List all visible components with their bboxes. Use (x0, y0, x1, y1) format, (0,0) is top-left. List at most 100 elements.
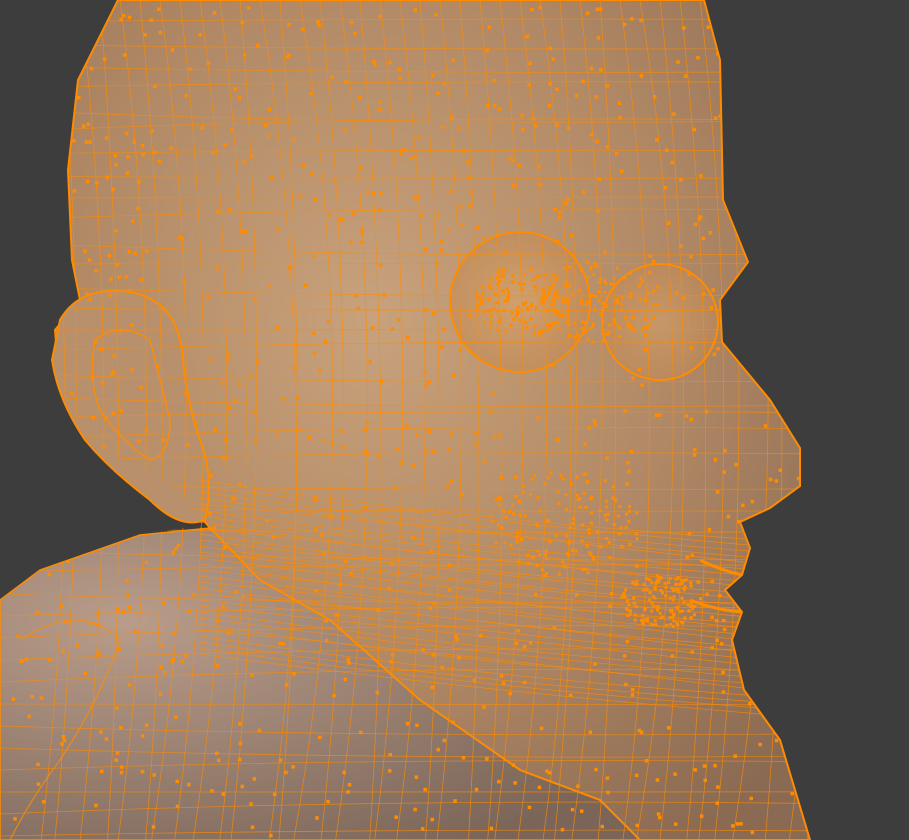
vertex-point[interactable] (595, 7, 599, 12)
vertex-point[interactable] (447, 563, 452, 567)
vertex-point[interactable] (121, 14, 126, 18)
vertex-point[interactable] (187, 782, 191, 787)
vertex-point[interactable] (618, 532, 622, 536)
vertex-point[interactable] (540, 298, 544, 301)
vertex-point[interactable] (585, 480, 590, 484)
vertex-point[interactable] (612, 320, 616, 324)
vertex-point[interactable] (100, 381, 105, 385)
vertex-point[interactable] (214, 619, 219, 623)
vertex-point[interactable] (240, 20, 245, 25)
vertex-point[interactable] (525, 325, 529, 329)
vertex-point[interactable] (756, 628, 761, 632)
vertex-point[interactable] (650, 609, 654, 613)
vertex-point[interactable] (497, 432, 502, 437)
vertex-point[interactable] (268, 284, 273, 289)
vertex-point[interactable] (447, 447, 451, 451)
vertex-point[interactable] (529, 493, 533, 497)
vertex-point[interactable] (440, 248, 444, 253)
vertex-point[interactable] (698, 215, 703, 219)
vertex-point[interactable] (857, 92, 861, 96)
vertex-point[interactable] (368, 360, 373, 364)
vertex-point[interactable] (545, 518, 550, 523)
vertex-point[interactable] (689, 616, 693, 620)
vertex-point[interactable] (599, 68, 603, 72)
vertex-point[interactable] (580, 523, 585, 527)
vertex-point[interactable] (570, 482, 574, 486)
vertex-point[interactable] (560, 827, 565, 832)
vertex-point[interactable] (785, 112, 789, 116)
vertex-point[interactable] (607, 540, 611, 544)
vertex-point[interactable] (883, 782, 887, 786)
vertex-point[interactable] (221, 792, 226, 796)
vertex-point[interactable] (564, 201, 568, 206)
vertex-point[interactable] (632, 601, 636, 605)
vertex-point[interactable] (854, 586, 858, 590)
vertex-point[interactable] (739, 822, 743, 826)
vertex-point[interactable] (396, 318, 401, 322)
vertex-point[interactable] (733, 754, 738, 758)
vertex-point[interactable] (511, 274, 515, 278)
vertex-point[interactable] (808, 587, 812, 591)
vertex-point[interactable] (492, 103, 497, 108)
vertex-point[interactable] (866, 74, 870, 78)
vertex-point[interactable] (648, 598, 651, 602)
vertex-point[interactable] (518, 318, 522, 322)
vertex-point[interactable] (62, 184, 66, 188)
vertex-point[interactable] (272, 792, 277, 797)
vertex-point[interactable] (807, 603, 812, 607)
vertex-point[interactable] (647, 578, 651, 582)
vertex-point[interactable] (238, 741, 243, 746)
vertex-point[interactable] (668, 616, 672, 619)
vertex-point[interactable] (540, 568, 544, 572)
vertex-point[interactable] (548, 289, 551, 293)
vertex-point[interactable] (489, 287, 493, 291)
vertex-point[interactable] (22, 29, 26, 34)
vertex-point[interactable] (692, 613, 696, 617)
vertex-point[interactable] (831, 268, 835, 272)
vertex-point[interactable] (360, 229, 364, 234)
vertex-point[interactable] (623, 409, 627, 413)
vertex-point[interactable] (568, 526, 572, 530)
vertex-point[interactable] (33, 181, 37, 185)
vertex-point[interactable] (620, 308, 624, 312)
vertex-point[interactable] (605, 537, 609, 540)
vertex-point[interactable] (114, 529, 118, 533)
vertex-point[interactable] (810, 630, 814, 634)
vertex-point[interactable] (782, 666, 786, 671)
vertex-point[interactable] (580, 539, 584, 543)
vertex-point[interactable] (79, 505, 83, 510)
vertex-point[interactable] (672, 112, 676, 116)
vertex-point[interactable] (21, 208, 26, 213)
vertex-point[interactable] (661, 615, 664, 619)
vertex-point[interactable] (710, 615, 714, 620)
vertex-point[interactable] (215, 663, 220, 668)
vertex-point[interactable] (255, 360, 259, 364)
vertex-point[interactable] (511, 763, 516, 767)
vertex-point[interactable] (459, 205, 463, 209)
vertex-point[interactable] (605, 456, 609, 460)
vertex-point[interactable] (640, 383, 644, 388)
vertex-point[interactable] (90, 376, 95, 380)
vertex-point[interactable] (746, 72, 751, 76)
vertex-point[interactable] (682, 296, 686, 300)
vertex-point[interactable] (249, 154, 254, 159)
vertex-point[interactable] (574, 94, 579, 98)
vertex-point[interactable] (388, 753, 393, 757)
vertex-point[interactable] (845, 279, 849, 283)
vertex-point[interactable] (575, 475, 579, 479)
vertex-point[interactable] (511, 183, 515, 188)
vertex-point[interactable] (796, 203, 800, 207)
vertex-point[interactable] (816, 102, 820, 106)
vertex-point[interactable] (105, 175, 110, 180)
vertex-point[interactable] (535, 524, 539, 528)
vertex-point[interactable] (750, 83, 754, 87)
vertex-point[interactable] (605, 84, 610, 88)
vertex-point[interactable] (253, 297, 257, 302)
vertex-point[interactable] (651, 259, 656, 264)
vertex-point[interactable] (221, 456, 226, 460)
vertex-point[interactable] (453, 799, 457, 803)
vertex-point[interactable] (191, 593, 195, 597)
vertex-point[interactable] (95, 181, 99, 185)
vertex-point[interactable] (680, 581, 684, 585)
vertex-point[interactable] (589, 552, 593, 556)
